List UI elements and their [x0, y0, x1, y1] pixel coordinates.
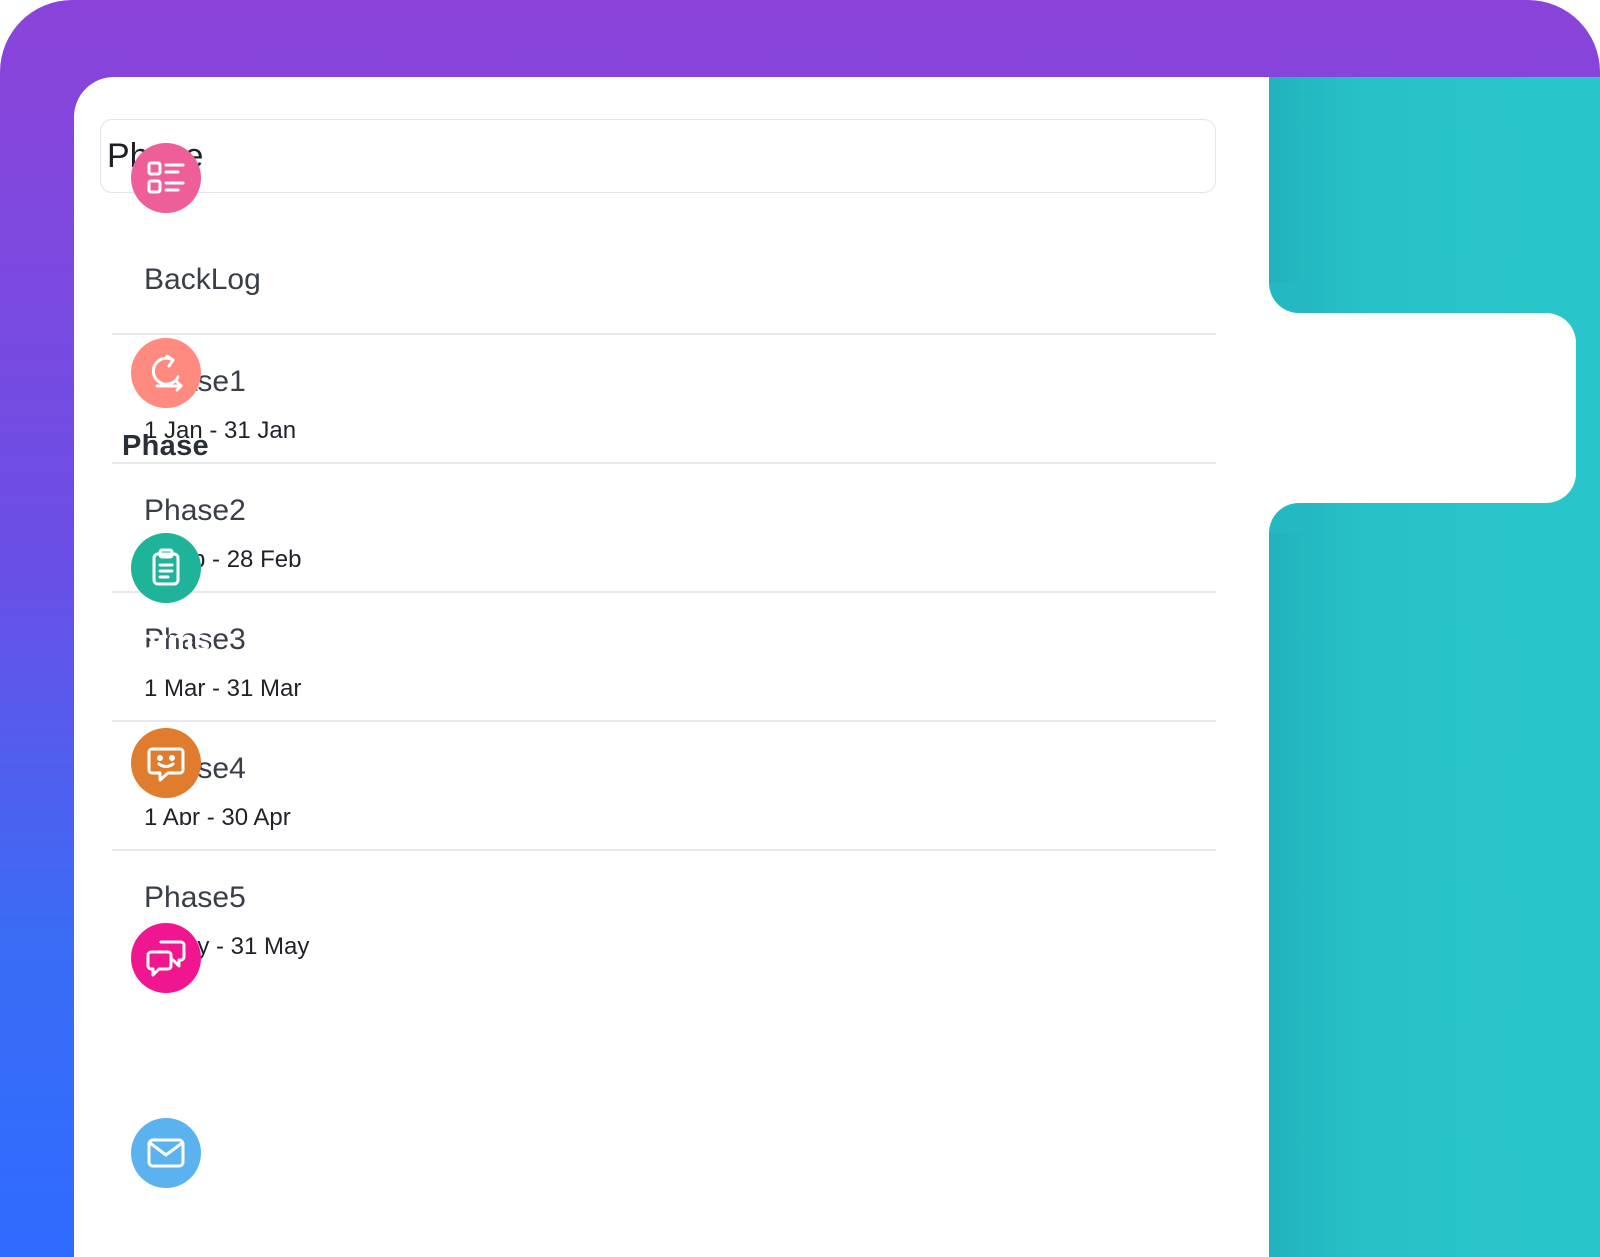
attributes-list-icon	[130, 143, 201, 213]
sidebar-item-label: Channels	[99, 1015, 232, 1047]
sidebar-item-label: Phase	[122, 430, 209, 462]
phase-name: BackLog	[144, 263, 261, 296]
sidebar-item-label: Chat Bot	[103, 820, 228, 852]
sidebar-item-email[interactable]: Email	[0, 1118, 331, 1243]
sidebar-item-forms[interactable]: Forms	[0, 533, 331, 658]
phase-name: Phase2	[144, 494, 246, 527]
phase-cycle-icon	[130, 338, 201, 408]
active-tab-notch	[1269, 283, 1309, 313]
active-tab-notch	[1269, 503, 1309, 533]
sidebar-item-channels[interactable]: Channels	[0, 923, 331, 1048]
active-tab-background	[1269, 313, 1576, 503]
chat-bot-icon	[130, 728, 201, 798]
sidebar-item-label: Attributes	[95, 235, 236, 267]
sidebar-item-label: Email	[126, 1210, 205, 1242]
email-envelope-icon	[130, 1118, 201, 1188]
sidebar-item-attributes[interactable]: Attributes	[0, 143, 331, 268]
channels-chat-icon	[130, 923, 201, 993]
phase-dates: 1 Mar - 31 Mar	[144, 675, 302, 702]
clipboard-icon	[130, 533, 201, 603]
sidebar-item-chat-bot[interactable]: Chat Bot	[0, 728, 331, 853]
sidebar-nav	[1269, 77, 1600, 1257]
phase-name: Phase5	[144, 881, 246, 914]
sidebar-item-phase[interactable]: Phase	[0, 338, 331, 463]
sidebar-item-label: Forms	[120, 625, 211, 657]
